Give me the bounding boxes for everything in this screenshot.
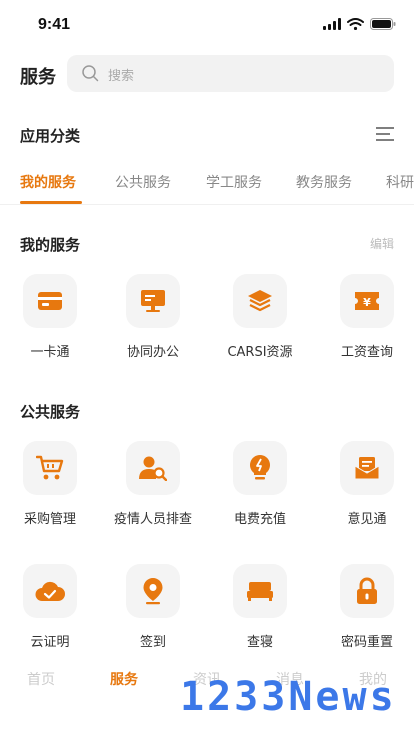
layers-icon [248,290,272,312]
icon-container: ¥ [340,274,394,328]
lock-icon [357,577,377,604]
icon-container [126,441,180,495]
service-item-dorm-check[interactable]: 查寝 [210,564,310,654]
bed-icon [247,582,273,601]
service-item-epidemic-check[interactable]: 疫情人员排查 [103,441,203,531]
tab-my-services[interactable]: 我的服务 [20,172,76,192]
section-title-public-services: 公共服务 [20,403,81,421]
tab-academic-services[interactable]: 教务服务 [296,172,352,192]
category-tabs: 我的服务 公共服务 学工服务 教务服务 科研 [0,168,414,204]
cart-icon [36,455,64,480]
service-item-feedback[interactable]: 意见通 [317,441,414,531]
icon-container [23,274,77,328]
service-label: CARSI资源 [227,345,293,360]
status-time: 9:41 [38,16,71,33]
monitor-icon [141,290,165,312]
service-label: 采购管理 [23,512,76,527]
service-label: 签到 [139,635,166,650]
service-label: 一卡通 [30,345,70,360]
service-item-cloud-certificate[interactable]: 云证明 [0,564,100,654]
person-search-icon [139,456,167,481]
service-label: 查寝 [246,635,273,650]
icon-container [233,564,287,618]
header: 服务 搜索 [0,52,414,94]
tab-public-services[interactable]: 公共服务 [115,172,171,192]
service-item-password-reset[interactable]: 密码重置 [317,564,414,654]
icon-container [340,441,394,495]
service-label: 电费充值 [233,512,286,527]
service-item-check-in[interactable]: 签到 [103,564,203,654]
service-item-collab-office[interactable]: 协同办公 [103,274,203,364]
search-input[interactable]: 搜索 [67,55,394,92]
nav-home[interactable]: 首页 [27,669,55,689]
service-item-electricity[interactable]: 电费充值 [210,441,310,531]
page-title: 服务 [20,67,56,88]
cloud-check-icon [35,581,65,601]
service-label: 疫情人员排查 [113,512,192,527]
icon-container [233,441,287,495]
service-label: 工资查询 [340,345,393,360]
mail-icon [354,457,380,480]
bulb-icon [250,455,270,480]
watermark: 1233News [180,674,397,720]
search-icon [82,65,99,82]
menu-icon[interactable] [376,126,394,142]
service-label: 密码重置 [340,635,393,650]
icon-container [126,564,180,618]
icon-container [23,564,77,618]
signal-icon [323,18,341,30]
wifi-icon [347,18,364,30]
service-item-salary[interactable]: ¥ 工资查询 [317,274,414,364]
icon-container [126,274,180,328]
location-pin-icon [143,578,163,605]
service-label: 意见通 [347,512,387,527]
nav-services[interactable]: 服务 [110,669,138,689]
tab-research[interactable]: 科研 [386,172,414,192]
service-item-procurement[interactable]: 采购管理 [0,441,100,531]
icon-container [233,274,287,328]
category-title: 应用分类 [20,127,81,145]
divider [0,204,414,205]
status-icons [323,18,396,30]
tab-student-services[interactable]: 学工服务 [206,172,262,192]
icon-container [23,441,77,495]
yen-ticket-icon: ¥ [355,292,379,310]
search-placeholder: 搜索 [108,69,135,84]
section-title-my-services: 我的服务 [20,236,81,254]
svg-text:¥: ¥ [363,296,371,309]
edit-button[interactable]: 编辑 [370,235,394,252]
service-item-campus-card[interactable]: 一卡通 [0,274,100,364]
battery-icon [370,18,396,30]
service-label: 协同办公 [126,345,179,360]
status-bar: 9:41 [0,0,414,50]
category-header: 应用分类 [0,120,414,150]
icon-container [340,564,394,618]
service-label: 云证明 [30,635,70,650]
service-item-carsi[interactable]: CARSI资源 [210,274,310,364]
card-icon [38,292,62,310]
